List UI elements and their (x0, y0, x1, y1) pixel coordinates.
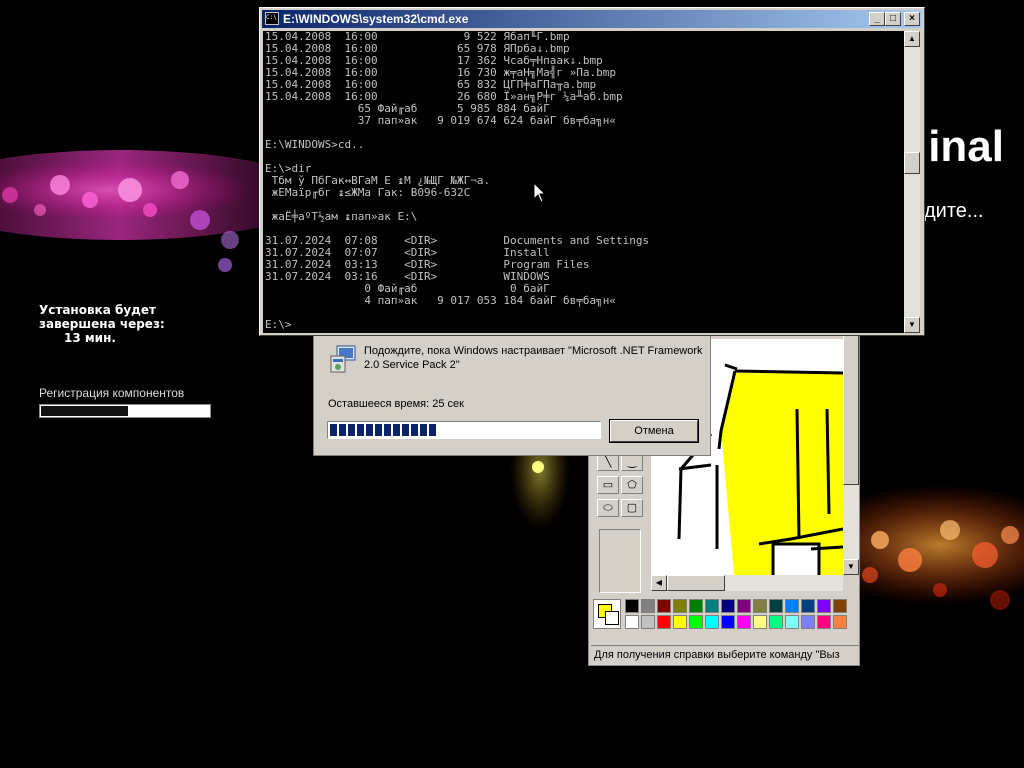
setup-status-line1: Установка будет (39, 303, 156, 317)
cmd-titlebar[interactable]: C:\ E:\WINDOWS\system32\cmd.exe _ □ × (262, 10, 922, 28)
setup-phase-label: Регистрация компонентов (39, 386, 185, 400)
palette-color-swatch[interactable] (737, 599, 751, 613)
tool-options-box[interactable] (599, 529, 641, 593)
palette-color-swatch[interactable] (673, 599, 687, 613)
progress-block (420, 424, 427, 436)
cancel-button[interactable]: Отмена (609, 419, 699, 443)
console-text: 15.04.2008 16:00 9 522 Ябап╙Г.bmp 15.04.… (265, 31, 650, 331)
progress-block (330, 424, 337, 436)
time-remaining: Оставшееся время: 25 сек (328, 398, 464, 410)
setup-dialog-progress (327, 421, 601, 439)
palette-color-swatch[interactable] (689, 599, 703, 613)
palette-color-swatch[interactable] (817, 599, 831, 613)
minimize-button[interactable]: _ (869, 12, 885, 26)
palette-color-swatch[interactable] (705, 599, 719, 613)
maximize-button[interactable]: □ (885, 12, 901, 26)
mouse-cursor-icon (534, 183, 546, 203)
setup-dialog: Подождите, пока Windows настраивает "Mic… (313, 332, 711, 456)
scroll-down-arrow-icon[interactable]: ▼ (904, 317, 920, 333)
palette-color-swatch[interactable] (641, 599, 655, 613)
palette-color-swatch[interactable] (785, 615, 799, 629)
palette-color-swatch[interactable] (833, 615, 847, 629)
setup-dialog-message: Подождите, пока Windows настраивает "Mic… (364, 345, 703, 371)
palette-color-swatch[interactable] (817, 615, 831, 629)
paint-hscroll-thumb[interactable] (667, 575, 725, 591)
progress-block (357, 424, 364, 436)
polygon-tool-icon[interactable]: ⬠ (621, 476, 643, 494)
palette-color-swatch[interactable] (769, 599, 783, 613)
setup-progress-bar (39, 404, 211, 418)
paint-horizontal-scrollbar[interactable]: ◀ (651, 575, 843, 591)
progress-block (384, 424, 391, 436)
palette-color-swatch[interactable] (721, 615, 735, 629)
palette-color-swatch[interactable] (641, 615, 655, 629)
console-output-area[interactable]: 15.04.2008 16:00 9 522 Ябап╙Г.bmp 15.04.… (263, 31, 904, 333)
ellipse-tool-icon[interactable]: ⬭ (597, 499, 619, 517)
close-button[interactable]: × (904, 12, 920, 26)
palette-color-swatch[interactable] (625, 599, 639, 613)
progress-block (348, 424, 355, 436)
scroll-up-arrow-icon[interactable]: ▲ (904, 31, 920, 47)
palette-color-swatch[interactable] (753, 599, 767, 613)
setup-progress-fill (41, 406, 128, 416)
palette-color-swatch[interactable] (657, 599, 671, 613)
rectangle-tool-icon[interactable]: ▭ (597, 476, 619, 494)
progress-blocks (330, 424, 438, 436)
setup-status-time: 13 мин. (64, 331, 116, 345)
scroll-left-arrow-icon[interactable]: ◀ (651, 575, 667, 591)
progress-block (366, 424, 373, 436)
rounded-rect-tool-icon[interactable]: ▢ (621, 499, 643, 517)
progress-block (402, 424, 409, 436)
paint-status-bar: Для получения справки выберите команду "… (591, 645, 860, 664)
palette-color-swatch[interactable] (657, 615, 671, 629)
progress-block (339, 424, 346, 436)
palette-color-swatch[interactable] (753, 615, 767, 629)
palette-color-swatch[interactable] (721, 599, 735, 613)
cmd-window-title: E:\WINDOWS\system32\cmd.exe (283, 12, 469, 26)
cmd-vscroll-thumb[interactable] (904, 152, 920, 174)
palette-color-swatch[interactable] (625, 615, 639, 629)
cmd-window: C:\ E:\WINDOWS\system32\cmd.exe _ □ × 15… (259, 7, 925, 336)
background-color-swatch (605, 611, 619, 625)
palette-color-swatch[interactable] (673, 615, 687, 629)
palette-color-swatch[interactable] (769, 615, 783, 629)
palette-color-swatch[interactable] (785, 599, 799, 613)
palette-color-swatch[interactable] (737, 615, 751, 629)
palette-color-swatch[interactable] (801, 599, 815, 613)
paint-vscroll-thumb[interactable] (843, 335, 859, 485)
palette-color-swatch[interactable] (833, 599, 847, 613)
progress-block (429, 424, 436, 436)
paint-vertical-scrollbar[interactable]: ▼ (843, 331, 859, 575)
background-subtitle: дите... (924, 200, 984, 222)
installer-icon (330, 345, 356, 373)
setup-status: Установка будет завершена через: 13 мин. (39, 303, 165, 345)
current-colors[interactable] (593, 599, 621, 629)
palette-color-swatch[interactable] (689, 615, 703, 629)
palette-color-swatch[interactable] (801, 615, 815, 629)
palette-color-swatch[interactable] (705, 615, 719, 629)
scroll-down-arrow-icon[interactable]: ▼ (843, 559, 859, 575)
cmd-vertical-scrollbar[interactable]: ▲ ▼ (904, 31, 920, 333)
progress-block (411, 424, 418, 436)
console-icon: C:\ (265, 12, 279, 25)
progress-block (393, 424, 400, 436)
background-title: inal (928, 122, 1004, 171)
color-palette (593, 599, 855, 633)
setup-status-line2: завершена через: (39, 317, 165, 331)
progress-block (375, 424, 382, 436)
